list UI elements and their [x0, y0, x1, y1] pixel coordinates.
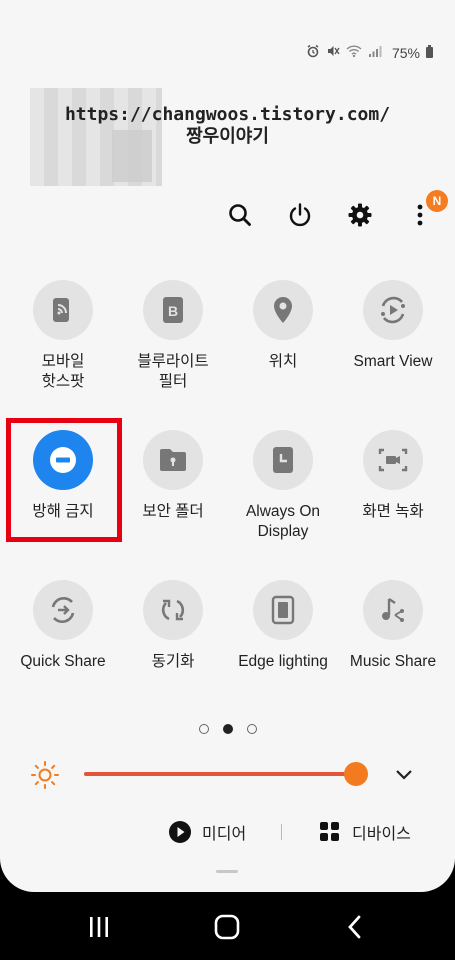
hotspot-icon	[33, 280, 93, 340]
settings-icon[interactable]	[345, 200, 375, 230]
edge-lighting-icon	[253, 580, 313, 640]
battery-icon	[426, 45, 433, 58]
music-share-icon	[363, 580, 423, 640]
home-button[interactable]	[212, 912, 242, 942]
media-button[interactable]: 미디어	[168, 820, 246, 844]
devices-button[interactable]: 디바이스	[318, 820, 411, 844]
tile-mobile-hotspot[interactable]: 모바일 핫스팟	[8, 280, 118, 412]
alarm-icon	[306, 44, 320, 61]
devices-label: 디바이스	[352, 826, 411, 843]
devices-grid-icon	[320, 822, 339, 841]
brightness-slider-thumb[interactable]	[344, 762, 368, 786]
tile-music-share[interactable]: Music Share	[338, 580, 448, 712]
tile-location[interactable]: 위치	[228, 280, 338, 412]
smart-view-icon	[363, 280, 423, 340]
play-icon	[169, 821, 191, 843]
watermark-title: 짱우이야기	[186, 126, 269, 147]
back-icon	[348, 915, 361, 939]
brightness-slider-fill	[84, 772, 356, 776]
tile-label: 블루라이트 필터	[137, 353, 209, 390]
page-indicator	[0, 724, 455, 734]
drag-handle[interactable]	[216, 870, 238, 873]
always-on-display-icon	[253, 430, 313, 490]
tile-quick-share[interactable]: Quick Share	[8, 580, 118, 712]
sync-icon	[143, 580, 203, 640]
brightness-icon	[30, 760, 60, 795]
tile-edge-lighting[interactable]: Edge lighting	[228, 580, 338, 712]
recents-button[interactable]	[84, 912, 114, 942]
tile-blue-light-filter[interactable]: B 블루라이트 필터	[118, 280, 228, 412]
tile-label: Smart View	[353, 353, 433, 370]
mute-icon	[326, 44, 340, 61]
more-options-button[interactable]: N	[405, 190, 448, 230]
media-devices-row: 미디어 디바이스	[0, 818, 455, 846]
recents-icon	[90, 917, 108, 937]
secure-folder-icon	[143, 430, 203, 490]
home-icon	[214, 914, 240, 940]
tile-label: Music Share	[349, 653, 437, 670]
tile-label: 화면 녹화	[362, 503, 424, 520]
status-bar: 75%	[306, 44, 433, 61]
media-label: 미디어	[202, 826, 247, 843]
tile-label: Quick Share	[20, 653, 106, 670]
wifi-icon	[346, 44, 362, 61]
tile-label: 위치	[268, 353, 298, 370]
battery-percent: 75%	[391, 44, 420, 61]
expand-chevron-icon[interactable]	[392, 762, 416, 786]
tile-label: Always On Display	[245, 503, 321, 540]
page-dot[interactable]	[246, 724, 257, 734]
tile-label: 모바일 핫스팟	[41, 353, 85, 390]
quick-settings-panel: 75% https://changwoos.tistory.com/ 짱우이야기…	[0, 0, 455, 892]
tile-screen-recorder[interactable]: 화면 녹화	[338, 430, 448, 562]
quick-share-icon	[33, 580, 93, 640]
tile-smart-view[interactable]: Smart View	[338, 280, 448, 412]
navigation-bar	[0, 892, 455, 960]
back-button[interactable]	[340, 912, 370, 942]
svg-text:B: B	[168, 303, 178, 319]
watermark-url: https://changwoos.tistory.com/	[64, 104, 391, 125]
tile-label: Edge lighting	[238, 653, 328, 670]
tile-secure-folder[interactable]: 보안 폴더	[118, 430, 228, 562]
search-icon[interactable]	[225, 200, 255, 230]
tile-always-on-display[interactable]: Always On Display	[228, 430, 338, 562]
brightness-slider[interactable]	[84, 762, 368, 786]
more-icon	[417, 204, 423, 226]
location-icon	[253, 280, 313, 340]
screen-recorder-icon	[363, 430, 423, 490]
annotation-highlight-box	[6, 418, 122, 542]
blue-light-filter-icon: B	[143, 280, 203, 340]
tile-label: 동기화	[151, 653, 195, 670]
brightness-control	[30, 756, 430, 792]
tile-sync[interactable]: 동기화	[118, 580, 228, 712]
header-actions: N	[225, 190, 448, 230]
notification-badge: N	[426, 190, 448, 212]
power-icon[interactable]	[285, 200, 315, 230]
page-dot-current[interactable]	[222, 724, 233, 734]
watermark: https://changwoos.tistory.com/ 짱우이야기	[0, 104, 455, 148]
page-dot[interactable]	[198, 724, 209, 734]
divider	[281, 824, 282, 840]
tile-label: 보안 폴더	[142, 503, 204, 520]
signal-icon	[368, 44, 382, 61]
